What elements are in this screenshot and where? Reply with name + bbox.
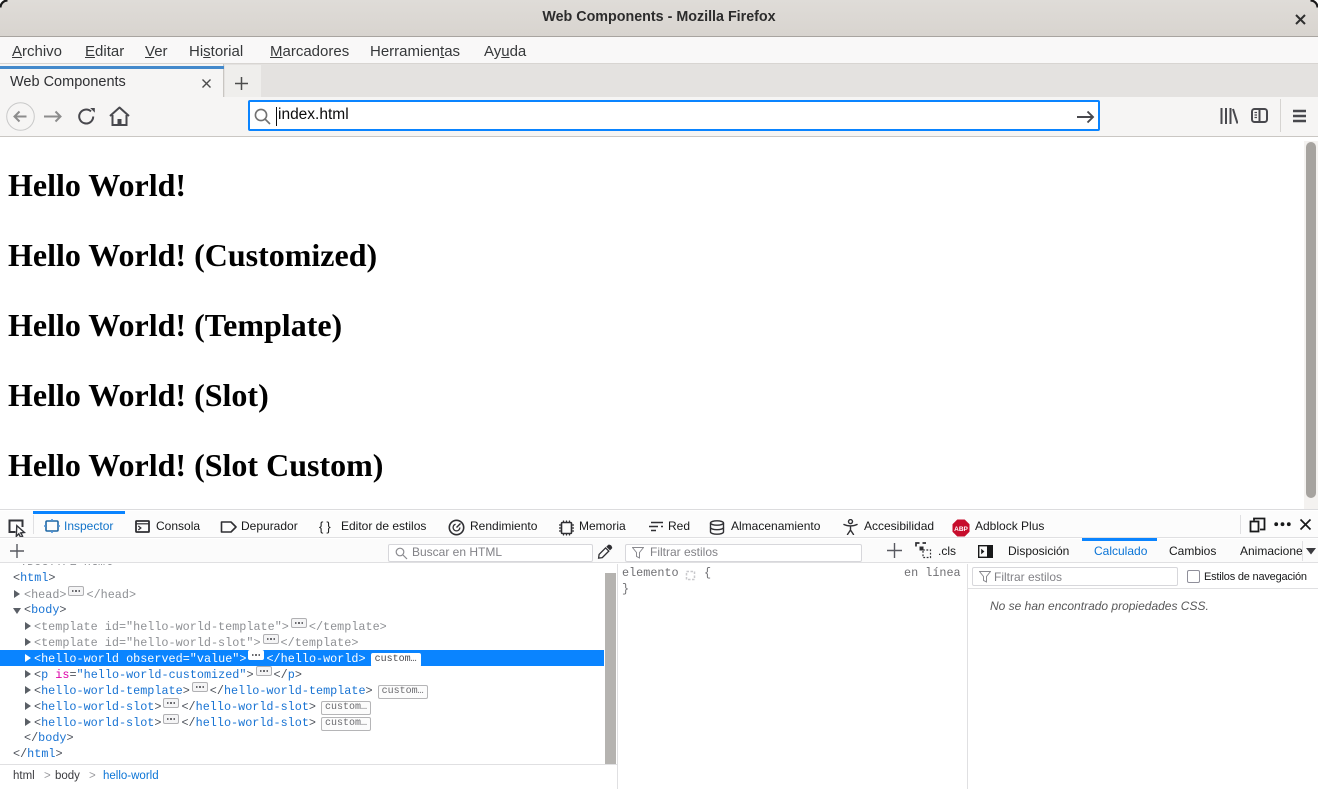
- svg-text:ABP: ABP: [954, 526, 968, 533]
